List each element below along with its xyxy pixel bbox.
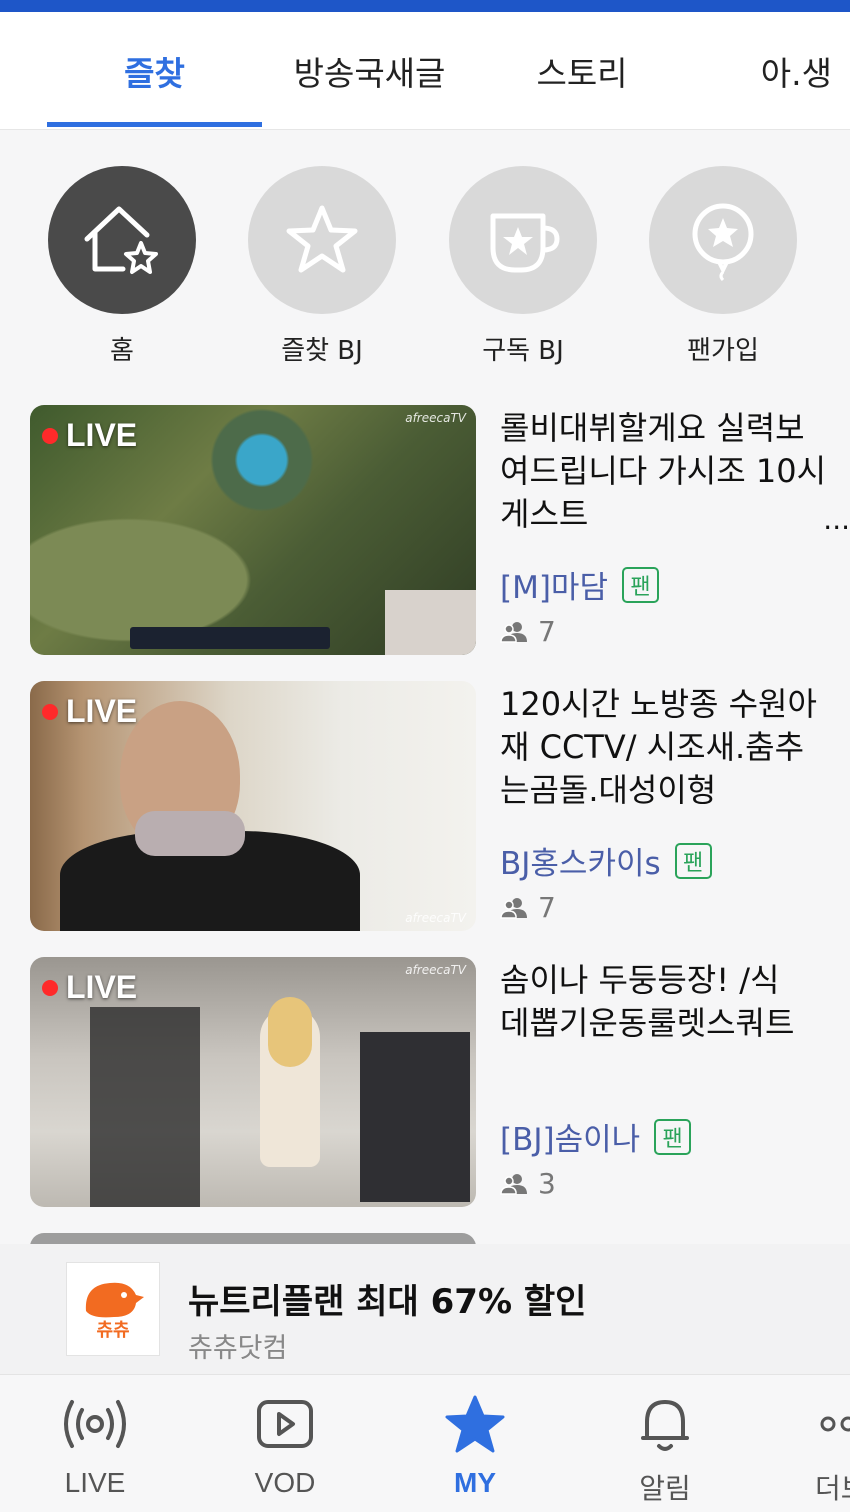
bj-name[interactable]: [BJ]솜이나: [500, 1114, 640, 1159]
chick-logo-icon: [85, 1282, 144, 1318]
viewers-icon: [500, 1173, 527, 1195]
ad-subtitle: 츄츄닷컴: [188, 1333, 288, 1364]
stream-info: 120시간 노방종 수원아 재 CCTV/ 시조새.춤추 는곰돌.대성이형 BJ…: [500, 683, 850, 924]
fan-badge: 팬: [674, 842, 712, 879]
bj-row: [M]마담 팬: [500, 562, 850, 607]
nav-my[interactable]: MY: [405, 1393, 545, 1499]
bj-name[interactable]: [M]마담: [500, 562, 608, 607]
viewer-count: 7: [500, 891, 850, 924]
nav-notifications[interactable]: 알림: [595, 1393, 735, 1507]
ad-banner[interactable]: 츄츄 뉴트리플랜 최대 67% 할인 츄츄닷컴: [0, 1244, 850, 1374]
fan-badge: 팬: [621, 566, 659, 603]
stream-title: 롤비대뷔할게요 실력보 여드립니다 가시조 10시 게스트: [500, 409, 827, 533]
viewer-count: 3: [500, 1167, 850, 1200]
category-fan-join[interactable]: 팬가입: [648, 166, 798, 367]
stream-card[interactable]: LIVE afreecaTV 120시간 노방종 수원아 재 CCTV/ 시조새…: [30, 681, 850, 933]
stream-title: 120시간 노방종 수원아 재 CCTV/ 시조새.춤추 는곰돌.대성이형: [500, 685, 817, 809]
stream-title: 솜이나 두둥등장! /식 데뽑기운동룰렛스쿼트: [500, 961, 795, 1042]
stream-info: 솜이나 두둥등장! /식 데뽑기운동룰렛스쿼트 [BJ]솜이나 팬 3: [500, 959, 850, 1200]
stream-thumbnail[interactable]: LIVE afreecaTV: [30, 957, 476, 1207]
star-icon: [445, 1395, 505, 1453]
viewer-count: 7: [500, 615, 850, 648]
tab-station-posts[interactable]: 방송국새글: [262, 12, 477, 130]
viewers-icon: [500, 621, 527, 643]
bj-row: BJ홍스카이s 팬: [500, 838, 850, 883]
top-tabs: 즐찾 방송국새글 스토리 아.생: [0, 12, 850, 130]
more-icon: [820, 1416, 850, 1432]
bj-name[interactable]: BJ홍스카이s: [500, 838, 661, 883]
tab-favorites[interactable]: 즐찾: [47, 12, 262, 130]
nav-more[interactable]: 더보: [785, 1393, 850, 1507]
next-stream-thumbnail[interactable]: [30, 1233, 476, 1244]
category-label: 팬가입: [687, 336, 759, 366]
stream-card[interactable]: LIVE afreecaTV 솜이나 두둥등장! /식 데뽑기운동룰렛스쿼트 […: [30, 957, 850, 1209]
tab-story[interactable]: 스토리: [477, 12, 687, 130]
category-label: 구독 BJ: [482, 336, 564, 366]
category-subscribe-bj[interactable]: 구독 BJ: [448, 166, 598, 367]
broadcast-icon: [64, 1400, 126, 1448]
bell-icon: [641, 1400, 689, 1451]
category-label: 즐찾 BJ: [281, 336, 363, 366]
live-badge: LIVE: [42, 969, 137, 1006]
title-ellipsis: ...: [823, 503, 850, 536]
balloon-star-icon: [692, 203, 754, 282]
status-bar: [0, 0, 850, 12]
stream-info: 롤비대뷔할게요 실력보 여드립니다 가시조 10시 게스트 ... [M]마담 …: [500, 407, 850, 648]
bottom-navigation: LIVE VOD MY 알림 더: [0, 1374, 850, 1512]
stream-thumbnail[interactable]: LIVE afreecaTV: [30, 681, 476, 931]
live-badge: LIVE: [42, 693, 137, 730]
watermark: afreecaTV: [405, 963, 466, 977]
star-icon: [286, 205, 358, 273]
play-icon: [257, 1400, 313, 1448]
category-label: 홈: [110, 336, 134, 366]
nav-vod[interactable]: VOD: [215, 1393, 355, 1499]
cup-star-icon: [490, 213, 560, 273]
live-badge: LIVE: [42, 417, 137, 454]
nav-live[interactable]: LIVE: [25, 1393, 165, 1499]
viewers-icon: [500, 897, 527, 919]
tab-life[interactable]: 아.생: [700, 12, 850, 130]
ad-logo-text: 츄츄: [96, 1320, 130, 1341]
stream-thumbnail[interactable]: LIVE afreecaTV: [30, 405, 476, 655]
main-content: 홈 즐찾 BJ 구독 BJ 팬가입 LIVE afreecaTV 롤비대뷔할게요…: [0, 130, 850, 1244]
bj-row: [BJ]솜이나 팬: [500, 1114, 850, 1159]
stream-card[interactable]: LIVE afreecaTV 롤비대뷔할게요 실력보 여드립니다 가시조 10시…: [30, 405, 850, 657]
home-star-icon: [84, 206, 158, 274]
ad-title: 뉴트리플랜 최대 67% 할인: [188, 1282, 587, 1322]
fan-badge: 팬: [654, 1118, 692, 1155]
active-tab-indicator: [47, 122, 262, 127]
watermark: afreecaTV: [405, 911, 466, 925]
category-home[interactable]: 홈: [47, 166, 197, 367]
ad-logo: 츄츄: [66, 1262, 160, 1356]
watermark: afreecaTV: [405, 411, 466, 425]
category-favorite-bj[interactable]: 즐찾 BJ: [247, 166, 397, 367]
